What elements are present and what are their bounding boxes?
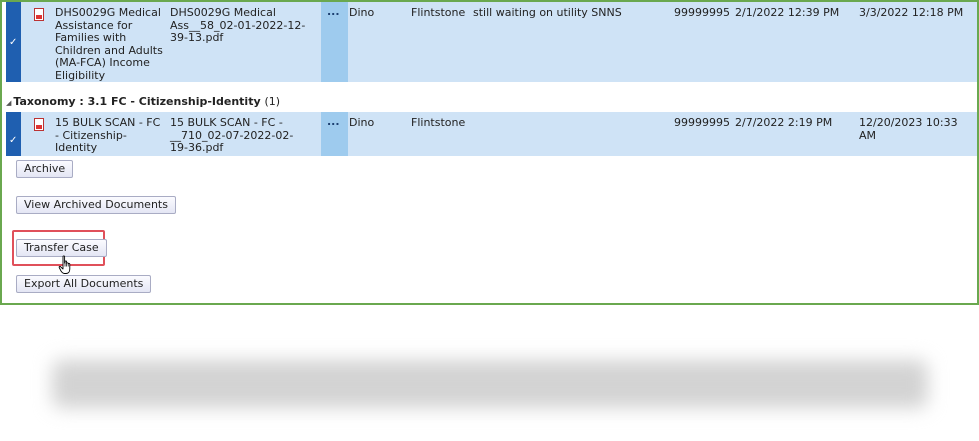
last-name-cell: Flintstone bbox=[411, 6, 466, 19]
pdf-file-icon bbox=[34, 8, 44, 21]
pdf-file-icon bbox=[34, 118, 44, 131]
document-row[interactable]: ✓ 15 BULK SCAN - FC - Citizenship- Ident… bbox=[6, 112, 977, 156]
checkmark-icon: ✓ bbox=[9, 37, 18, 48]
group-label: Taxonomy : 3.1 FC - Citizenship-Identity bbox=[13, 95, 261, 108]
first-name-cell: Dino bbox=[349, 6, 375, 19]
document-filename[interactable]: 15 BULK SCAN - FC - __710_02-07-2022-02-… bbox=[170, 116, 318, 155]
hand-pointer-icon bbox=[58, 255, 71, 274]
archive-button[interactable]: Archive bbox=[16, 160, 74, 178]
view-archived-documents-button[interactable]: View Archived Documents bbox=[16, 196, 176, 214]
date-modified-cell: 3/3/2022 12:18 PM bbox=[859, 6, 964, 19]
date-modified-cell: 12/20/2023 10:33 AM bbox=[859, 116, 958, 142]
taxonomy-group-header[interactable]: ◢ Taxonomy : 3.1 FC - Citizenship-Identit… bbox=[6, 94, 977, 110]
row-actions-column: ... bbox=[321, 112, 348, 156]
document-filename[interactable]: DHS0029G Medical Ass__58_02-01-2022-12- … bbox=[170, 6, 318, 45]
note-cell: still waiting on utility SNNS bbox=[473, 6, 622, 19]
first-name-cell: Dino bbox=[349, 116, 375, 129]
row-menu-icon[interactable]: ... bbox=[327, 5, 340, 18]
export-all-documents-button[interactable]: Export All Documents bbox=[16, 275, 152, 293]
row-selected-indicator[interactable]: ✓ bbox=[6, 112, 21, 156]
case-number-cell: 99999995 bbox=[674, 6, 730, 19]
row-actions-column: ... bbox=[321, 2, 348, 82]
checkmark-icon: ✓ bbox=[9, 135, 18, 146]
last-name-cell: Flintstone bbox=[411, 116, 466, 129]
document-title: DHS0029G Medical Assistance for Families… bbox=[55, 6, 163, 82]
case-number-cell: 99999995 bbox=[674, 116, 730, 129]
document-title: 15 BULK SCAN - FC - Citizenship- Identit… bbox=[55, 116, 161, 154]
row-menu-icon[interactable]: ... bbox=[327, 115, 340, 128]
date-received-cell: 2/1/2022 12:39 PM bbox=[735, 6, 840, 19]
document-row[interactable]: ✓ DHS0029G Medical Assistance for Famili… bbox=[6, 2, 977, 82]
group-count: (1) bbox=[264, 95, 281, 108]
blurred-caption-area bbox=[52, 360, 928, 408]
date-received-cell: 2/7/2022 2:19 PM bbox=[735, 116, 833, 129]
document-list-panel: ✓ DHS0029G Medical Assistance for Famili… bbox=[0, 0, 979, 305]
collapse-triangle-icon[interactable]: ◢ bbox=[6, 99, 11, 107]
row-selected-indicator[interactable]: ✓ bbox=[6, 2, 21, 82]
